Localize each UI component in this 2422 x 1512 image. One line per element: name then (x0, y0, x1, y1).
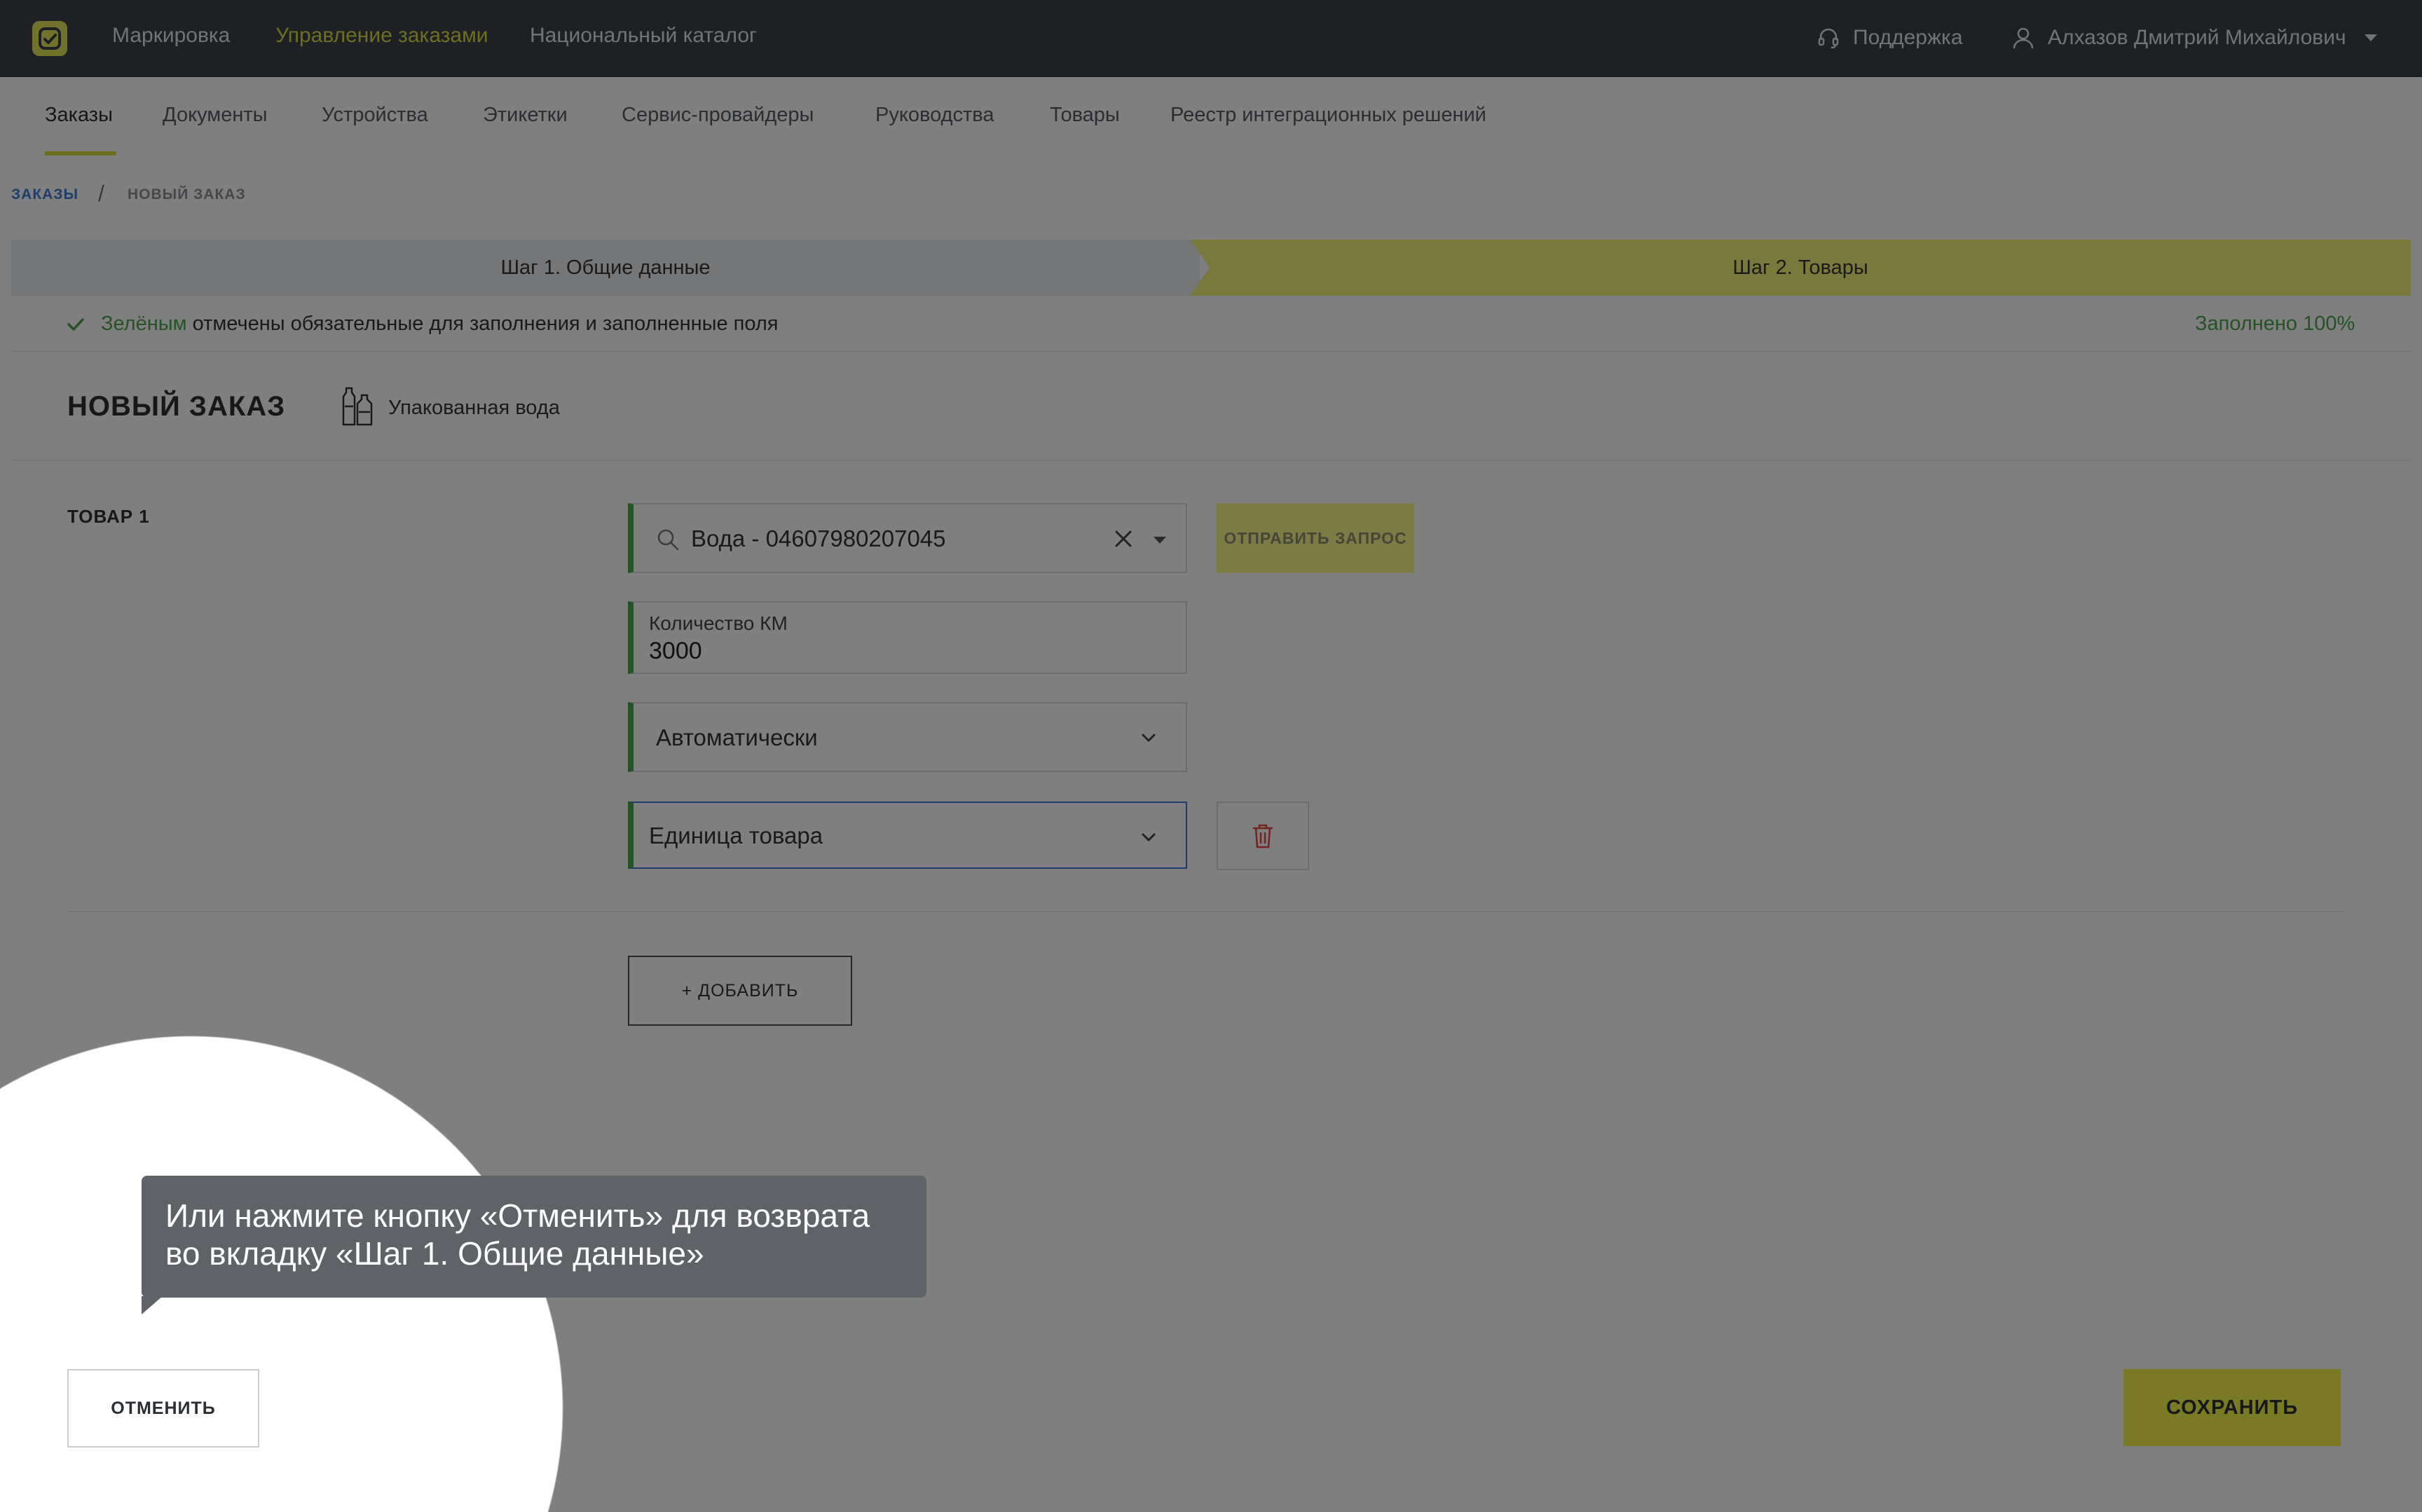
trash-icon (1252, 824, 1273, 848)
tab-labels[interactable]: Этикетки (483, 104, 568, 127)
cancel-button[interactable]: ОТМЕНИТЬ (67, 1369, 259, 1448)
product-value: Вода - 04607980207045 (691, 525, 946, 551)
user-icon (2013, 27, 2034, 49)
user-menu[interactable]: Алхазов Дмитрий Михайлович (2011, 22, 2377, 53)
chevron-down-icon (1142, 833, 1156, 841)
logo-icon[interactable] (32, 21, 67, 56)
quantity-field[interactable]: Количество КМ 3000 (628, 601, 1187, 674)
bottles-icon (342, 387, 373, 426)
check-icon (67, 318, 84, 331)
hint-text: Зелёным отмечены обязательные для заполн… (101, 312, 779, 336)
step-1-tab[interactable]: Шаг 1. Общие данные (11, 240, 1200, 296)
unit-select[interactable]: Единица товара (628, 802, 1187, 869)
headset-icon (1818, 28, 1839, 49)
breadcrumb-current: НОВЫЙ ЗАКАЗ (128, 186, 246, 202)
method-value: Автоматически (656, 724, 818, 750)
hint-rest: отмечены обязательные для заполнения и з… (186, 312, 779, 335)
tab-products[interactable]: Товары (1050, 104, 1120, 127)
breadcrumb-orders[interactable]: ЗАКАЗЫ (11, 186, 78, 203)
send-request-button[interactable]: ОТПРАВИТЬ ЗАПРОС (1217, 503, 1414, 573)
step-2-label: Шаг 2. Товары (1732, 256, 1868, 279)
order-card (11, 296, 2411, 1512)
category-label: Упакованная вода (388, 397, 560, 419)
step-2-tab[interactable]: Шаг 2. Товары (1190, 240, 2411, 296)
tab-orders[interactable]: Заказы (45, 104, 113, 127)
divider (67, 911, 2344, 912)
tab-integration-registry[interactable]: Реестр интеграционных решений (1170, 104, 1486, 127)
chevron-down-icon (1142, 734, 1156, 742)
add-item-button[interactable]: + ДОБАВИТЬ (628, 956, 852, 1026)
search-icon (657, 529, 679, 551)
page-title: НОВЫЙ ЗАКАЗ (67, 391, 286, 422)
unit-value: Единица товара (649, 823, 823, 848)
caret-down-icon (2364, 34, 2377, 41)
hint-green-word: Зелёным (101, 312, 187, 335)
tutorial-tooltip: Или нажмите кнопку «Отменить» для возвра… (142, 1176, 926, 1298)
tab-devices[interactable]: Устройства (322, 104, 428, 127)
breadcrumb-separator: / (98, 181, 105, 206)
tab-service-providers[interactable]: Сервис-провайдеры (622, 104, 814, 127)
item-label: ТОВАР 1 (67, 506, 150, 527)
user-name: Алхазов Дмитрий Михайлович (2048, 26, 2346, 49)
filled-percent: Заполнено 100% (2195, 312, 2355, 335)
method-select[interactable]: Автоматически (628, 702, 1187, 772)
clear-icon[interactable] (1113, 528, 1134, 549)
quantity-value: 3000 (649, 638, 702, 664)
active-tab-indicator (45, 151, 116, 156)
quantity-label: Количество КМ (649, 612, 788, 634)
step-1-label: Шаг 1. Общие данные (500, 256, 711, 279)
tooltip-text: Или нажмите кнопку «Отменить» для возвра… (165, 1197, 870, 1272)
save-button[interactable]: СОХРАНИТЬ (2123, 1369, 2341, 1446)
product-select[interactable]: Вода - 04607980207045 (628, 503, 1187, 573)
tab-documents[interactable]: Документы (163, 104, 268, 127)
sub-nav: Заказы Документы Устройства Этикетки Сер… (0, 77, 2422, 156)
top-nav-marking[interactable]: Маркировка (112, 24, 230, 48)
top-nav-orders-management[interactable]: Управление заказами (275, 24, 488, 48)
top-nav-national-catalog[interactable]: Национальный каталог (530, 24, 757, 48)
support-label: Поддержка (1853, 26, 1963, 49)
tab-guides[interactable]: Руководства (875, 104, 994, 127)
delete-item-button[interactable] (1217, 802, 1309, 870)
dropdown-arrow-icon[interactable] (1154, 537, 1166, 544)
support-link[interactable]: Поддержка (1817, 22, 1963, 53)
